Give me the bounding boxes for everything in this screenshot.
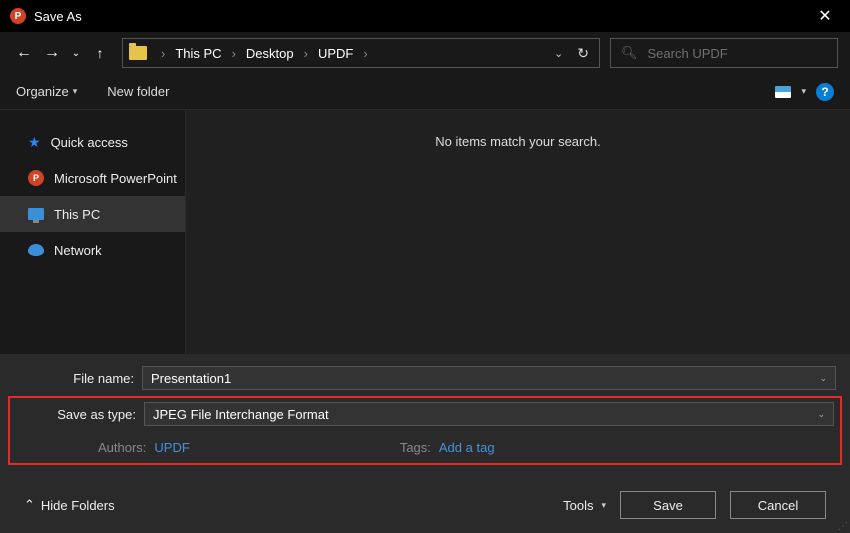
breadcrumb[interactable]: This PC: [171, 46, 225, 61]
breadcrumb[interactable]: UPDF: [314, 46, 357, 61]
toolbar: Organize▾ New folder ▾ ?: [0, 74, 850, 110]
save-button[interactable]: Save: [620, 491, 716, 519]
hide-folders-button[interactable]: ⌃ Hide Folders: [24, 497, 115, 513]
sidebar-item-network[interactable]: Network: [0, 232, 185, 268]
sidebar-item-label: This PC: [54, 207, 100, 222]
sidebar-item-label: Network: [54, 243, 102, 258]
app-icon: P: [10, 8, 26, 24]
chevron-down-icon[interactable]: ⌄: [554, 47, 563, 60]
button-row: ⌃ Hide Folders Tools▾ Save Cancel: [10, 485, 840, 525]
search-placeholder: Search UPDF: [648, 46, 728, 61]
history-dropdown-icon[interactable]: ⌄: [68, 48, 84, 59]
chevron-right-icon: ›: [357, 46, 373, 61]
navbar: ← → ⌄ ↑ › This PC › Desktop › UPDF › ⌄ ↻…: [0, 32, 850, 74]
filetype-row: Save as type: JPEG File Interchange Form…: [12, 402, 838, 426]
highlight-annotation: Save as type: JPEG File Interchange Form…: [8, 396, 842, 465]
sidebar-item-label: Quick access: [51, 135, 128, 150]
resize-grip-icon[interactable]: ⋰: [838, 525, 846, 529]
new-folder-button[interactable]: New folder: [107, 84, 169, 99]
authors-label: Authors:: [98, 440, 146, 455]
bottom-panel: File name: Presentation1 ⌄ Save as type:…: [0, 354, 850, 533]
file-list-area: No items match your search.: [186, 110, 850, 354]
tags-field[interactable]: Add a tag: [439, 440, 495, 455]
close-icon[interactable]: ✕: [810, 6, 840, 26]
sidebar-item-quick-access[interactable]: ★ Quick access: [0, 124, 185, 160]
sidebar-item-powerpoint[interactable]: P Microsoft PowerPoint: [0, 160, 185, 196]
body: ★ Quick access P Microsoft PowerPoint Th…: [0, 110, 850, 354]
search-icon: 🔍︎: [621, 45, 638, 61]
search-input[interactable]: 🔍︎ Search UPDF: [610, 38, 838, 68]
sidebar-item-label: Microsoft PowerPoint: [54, 171, 177, 186]
metadata-row: Authors: UPDF Tags: Add a tag: [12, 432, 838, 457]
monitor-icon: [28, 208, 44, 220]
forward-icon[interactable]: →: [40, 44, 64, 62]
save-as-dialog: P Save As ✕ ← → ⌄ ↑ › This PC › Desktop …: [0, 0, 850, 533]
window-title: Save As: [34, 9, 810, 24]
view-dropdown-icon[interactable]: ▾: [801, 86, 806, 97]
address-bar[interactable]: › This PC › Desktop › UPDF › ⌄ ↻: [122, 38, 600, 68]
refresh-icon[interactable]: ↻: [577, 45, 589, 62]
folder-icon: [129, 46, 147, 60]
empty-message: No items match your search.: [435, 134, 600, 354]
chevron-down-icon[interactable]: ⌄: [819, 373, 827, 384]
chevron-right-icon: ›: [226, 46, 242, 61]
chevron-right-icon: ›: [155, 46, 171, 61]
star-icon: ★: [28, 134, 41, 151]
breadcrumb[interactable]: Desktop: [242, 46, 298, 61]
view-icon[interactable]: [775, 86, 791, 98]
organize-button[interactable]: Organize▾: [16, 84, 77, 99]
tags-label: Tags:: [400, 440, 431, 455]
cancel-button[interactable]: Cancel: [730, 491, 826, 519]
powerpoint-icon: P: [28, 170, 44, 186]
titlebar: P Save As ✕: [0, 0, 850, 32]
filetype-select[interactable]: JPEG File Interchange Format ⌄: [144, 402, 834, 426]
network-icon: [28, 244, 44, 256]
sidebar-item-this-pc[interactable]: This PC: [0, 196, 185, 232]
chevron-down-icon[interactable]: ⌄: [817, 409, 825, 420]
help-icon[interactable]: ?: [816, 83, 834, 101]
filename-input[interactable]: Presentation1 ⌄: [142, 366, 836, 390]
filename-row: File name: Presentation1 ⌄: [10, 366, 840, 390]
chevron-right-icon: ›: [298, 46, 314, 61]
filetype-label: Save as type:: [12, 407, 144, 422]
back-icon[interactable]: ←: [12, 44, 36, 62]
filename-label: File name:: [10, 371, 142, 386]
authors-field[interactable]: UPDF: [154, 440, 189, 455]
sidebar: ★ Quick access P Microsoft PowerPoint Th…: [0, 110, 186, 354]
tools-dropdown[interactable]: Tools▾: [563, 498, 606, 513]
up-icon[interactable]: ↑: [88, 45, 112, 61]
chevron-up-icon: ⌃: [24, 497, 35, 513]
